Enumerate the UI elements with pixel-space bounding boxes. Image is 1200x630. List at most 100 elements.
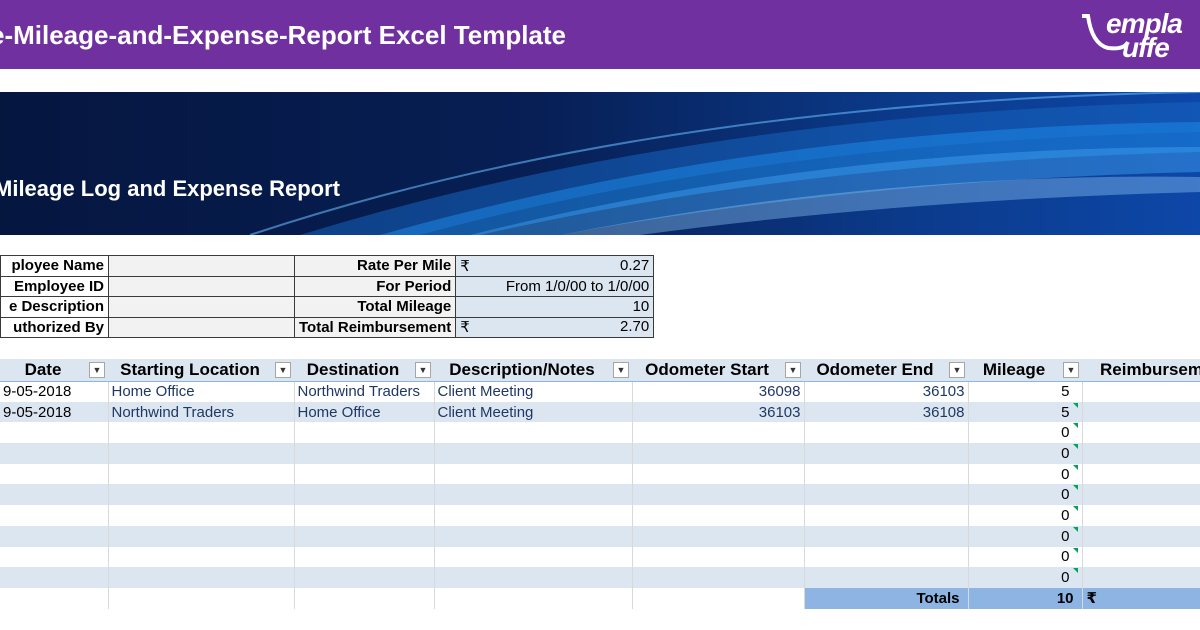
totals-blank-cell[interactable] bbox=[0, 587, 109, 609]
reimbursement-cell[interactable] bbox=[1082, 422, 1200, 444]
filter-dropdown-icon[interactable]: ▼ bbox=[415, 362, 431, 378]
info-value-cell[interactable]: ₹0.27 bbox=[455, 255, 655, 277]
destination-cell[interactable] bbox=[294, 505, 435, 526]
starting-location-cell[interactable] bbox=[108, 463, 295, 485]
starting-location-cell[interactable] bbox=[108, 443, 295, 464]
filter-dropdown-icon[interactable]: ▼ bbox=[89, 362, 105, 378]
mileage-cell[interactable]: 0 bbox=[968, 484, 1083, 506]
odometer-end-cell[interactable] bbox=[804, 443, 969, 464]
destination-cell[interactable]: Northwind Traders bbox=[294, 381, 435, 402]
destination-cell[interactable] bbox=[294, 525, 435, 547]
mileage-cell[interactable]: 5 bbox=[968, 381, 1083, 402]
odometer-start-cell[interactable] bbox=[632, 546, 805, 568]
destination-cell[interactable] bbox=[294, 546, 435, 568]
starting-location-cell[interactable]: Home Office bbox=[108, 381, 295, 402]
column-header-odometer-end[interactable]: Odometer End ▼ bbox=[804, 359, 968, 382]
odometer-start-cell[interactable] bbox=[632, 443, 805, 464]
date-cell[interactable]: 9-05-2018 bbox=[0, 401, 109, 423]
odometer-end-cell[interactable]: 36103 bbox=[804, 381, 969, 402]
description-cell[interactable]: Client Meeting bbox=[434, 381, 633, 402]
odometer-end-cell[interactable] bbox=[804, 525, 969, 547]
description-cell[interactable] bbox=[434, 422, 633, 444]
mileage-cell[interactable]: 0 bbox=[968, 422, 1083, 444]
totals-blank-cell[interactable] bbox=[108, 587, 295, 609]
date-cell[interactable] bbox=[0, 567, 109, 588]
destination-cell[interactable] bbox=[294, 484, 435, 506]
odometer-end-cell[interactable] bbox=[804, 484, 969, 506]
column-header-reimbursement[interactable]: Reimbursem bbox=[1082, 359, 1200, 382]
reimbursement-cell[interactable] bbox=[1082, 484, 1200, 506]
info-value-cell[interactable]: ₹2.70 bbox=[455, 316, 655, 338]
reimbursement-cell[interactable] bbox=[1082, 567, 1200, 588]
odometer-end-cell[interactable] bbox=[804, 567, 969, 588]
totals-blank-cell[interactable] bbox=[434, 587, 633, 609]
destination-cell[interactable] bbox=[294, 567, 435, 588]
date-cell[interactable] bbox=[0, 443, 109, 464]
date-cell[interactable] bbox=[0, 546, 109, 568]
odometer-start-cell[interactable] bbox=[632, 484, 805, 506]
totals-blank-cell[interactable] bbox=[632, 587, 805, 609]
odometer-end-cell[interactable] bbox=[804, 422, 969, 444]
destination-cell[interactable]: Home Office bbox=[294, 401, 435, 423]
totals-blank-cell[interactable] bbox=[294, 587, 435, 609]
odometer-start-cell[interactable]: 36103 bbox=[632, 401, 805, 423]
reimbursement-cell[interactable] bbox=[1082, 443, 1200, 464]
reimbursement-cell[interactable] bbox=[1082, 401, 1200, 423]
column-header-date[interactable]: Date ▼ bbox=[0, 359, 108, 382]
destination-cell[interactable] bbox=[294, 422, 435, 444]
starting-location-cell[interactable] bbox=[108, 525, 295, 547]
mileage-cell[interactable]: 0 bbox=[968, 525, 1083, 547]
description-cell[interactable] bbox=[434, 525, 633, 547]
starting-location-cell[interactable] bbox=[108, 505, 295, 526]
info-input-cell[interactable] bbox=[108, 275, 295, 297]
description-cell[interactable] bbox=[434, 484, 633, 506]
info-value-cell[interactable]: 10 bbox=[455, 296, 655, 318]
mileage-cell[interactable]: 5 bbox=[968, 401, 1083, 423]
date-cell[interactable] bbox=[0, 505, 109, 526]
date-cell[interactable] bbox=[0, 422, 109, 444]
column-header-description[interactable]: Description/Notes ▼ bbox=[434, 359, 632, 382]
odometer-start-cell[interactable] bbox=[632, 505, 805, 526]
description-cell[interactable] bbox=[434, 567, 633, 588]
mileage-cell[interactable]: 0 bbox=[968, 567, 1083, 588]
destination-cell[interactable] bbox=[294, 463, 435, 485]
date-cell[interactable] bbox=[0, 463, 109, 485]
odometer-start-cell[interactable] bbox=[632, 463, 805, 485]
description-cell[interactable] bbox=[434, 443, 633, 464]
info-value-cell[interactable]: From 1/0/00 to 1/0/00 bbox=[455, 275, 655, 297]
column-header-destination[interactable]: Destination ▼ bbox=[294, 359, 434, 382]
description-cell[interactable] bbox=[434, 546, 633, 568]
mileage-cell[interactable]: 0 bbox=[968, 443, 1083, 464]
description-cell[interactable]: Client Meeting bbox=[434, 401, 633, 423]
reimbursement-cell[interactable] bbox=[1082, 381, 1200, 402]
reimbursement-cell[interactable] bbox=[1082, 525, 1200, 547]
column-header-mileage[interactable]: Mileage ▼ bbox=[968, 359, 1082, 382]
odometer-end-cell[interactable] bbox=[804, 546, 969, 568]
description-cell[interactable] bbox=[434, 505, 633, 526]
filter-dropdown-icon[interactable]: ▼ bbox=[1063, 362, 1079, 378]
destination-cell[interactable] bbox=[294, 443, 435, 464]
mileage-cell[interactable]: 0 bbox=[968, 505, 1083, 526]
odometer-end-cell[interactable] bbox=[804, 463, 969, 485]
mileage-cell[interactable]: 0 bbox=[968, 546, 1083, 568]
column-header-starting-location[interactable]: Starting Location ▼ bbox=[108, 359, 294, 382]
odometer-start-cell[interactable] bbox=[632, 567, 805, 588]
description-cell[interactable] bbox=[434, 463, 633, 485]
starting-location-cell[interactable] bbox=[108, 546, 295, 568]
info-input-cell[interactable] bbox=[108, 296, 295, 318]
reimbursement-cell[interactable] bbox=[1082, 505, 1200, 526]
starting-location-cell[interactable] bbox=[108, 484, 295, 506]
date-cell[interactable] bbox=[0, 484, 109, 506]
starting-location-cell[interactable] bbox=[108, 422, 295, 444]
date-cell[interactable] bbox=[0, 525, 109, 547]
info-input-cell[interactable] bbox=[108, 255, 295, 277]
odometer-start-cell[interactable]: 36098 bbox=[632, 381, 805, 402]
starting-location-cell[interactable] bbox=[108, 567, 295, 588]
date-cell[interactable]: 9-05-2018 bbox=[0, 381, 109, 402]
filter-dropdown-icon[interactable]: ▼ bbox=[949, 362, 965, 378]
filter-dropdown-icon[interactable]: ▼ bbox=[613, 362, 629, 378]
odometer-end-cell[interactable]: 36108 bbox=[804, 401, 969, 423]
mileage-cell[interactable]: 0 bbox=[968, 463, 1083, 485]
odometer-end-cell[interactable] bbox=[804, 505, 969, 526]
odometer-start-cell[interactable] bbox=[632, 525, 805, 547]
